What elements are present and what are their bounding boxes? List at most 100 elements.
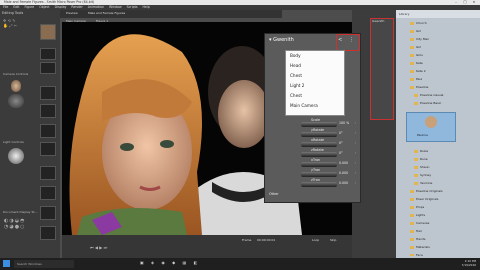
menu-figure[interactable]: Figure xyxy=(25,5,35,9)
library-item[interactable]: Sydney xyxy=(396,172,431,178)
dial-value[interactable]: 0° xyxy=(339,131,343,135)
figure-thumbnail[interactable] xyxy=(40,24,56,40)
other-section[interactable]: Other xyxy=(269,192,279,196)
skip-toggle[interactable]: Skip xyxy=(330,238,336,242)
library-item[interactable]: Materials xyxy=(396,244,430,250)
light-sphere-icon[interactable] xyxy=(8,148,24,164)
pose-slot-1[interactable] xyxy=(40,48,56,60)
chevron-right-icon[interactable]: › xyxy=(355,161,356,165)
menu-item-5[interactable]: Main Camera xyxy=(286,101,344,111)
light-controls-label: Light Controls xyxy=(3,140,24,144)
chevron-right-icon[interactable]: › xyxy=(355,151,356,155)
chevron-right-icon[interactable]: › xyxy=(355,131,356,135)
library-item[interactable]: Poseline Basic xyxy=(396,100,441,106)
dial-wheel[interactable] xyxy=(301,172,337,177)
dial-value[interactable]: 0.000 xyxy=(339,171,348,175)
library-item[interactable]: Paul xyxy=(396,76,422,82)
pose-slot-2[interactable] xyxy=(40,62,56,74)
animation-timeline: ⏮ ◀ ▶ ⏭ Frame 00:00:00:01 Loop Skip xyxy=(62,235,352,258)
dial-value[interactable]: 100 % xyxy=(339,121,349,125)
menu-object[interactable]: Object xyxy=(39,5,49,9)
library-item[interactable]: Church xyxy=(396,20,427,26)
menu-item-1[interactable]: Head xyxy=(286,61,344,71)
menu-item-0[interactable]: Body xyxy=(286,51,344,61)
menu-render[interactable]: Render xyxy=(71,5,82,9)
pose-slot-8[interactable] xyxy=(40,186,56,200)
library-item-label: Poseline Casual xyxy=(420,93,444,97)
pose-slot-5[interactable] xyxy=(40,124,56,138)
pose-slot-4[interactable] xyxy=(40,104,56,118)
editing-tools-icons[interactable]: ✥ ⟲ ✎ ✋ ⤢ ✂ xyxy=(3,18,17,28)
camera-control-widget[interactable] xyxy=(6,80,26,116)
pose-slot-9[interactable] xyxy=(40,206,56,220)
library-item[interactable]: Poser Originals xyxy=(396,196,438,202)
library-item[interactable]: Cameras xyxy=(396,220,429,226)
library-item[interactable]: Girl xyxy=(396,28,421,34)
chevron-right-icon[interactable]: › xyxy=(355,121,356,125)
library-item[interactable]: Poseline xyxy=(396,84,428,90)
playback-controls[interactable]: ⏮ ◀ ▶ ⏭ xyxy=(90,245,107,250)
library-item[interactable]: Poseline Casual xyxy=(396,92,443,98)
dial-value[interactable]: 0° xyxy=(339,141,343,145)
library-item[interactable]: Kate 2 xyxy=(396,68,426,74)
library-item[interactable]: Rune xyxy=(396,156,428,162)
dial-row-ztran[interactable]: zTran 0.000 › xyxy=(271,178,357,189)
library-item[interactable]: Props xyxy=(396,204,424,210)
dial-wheel[interactable] xyxy=(301,142,337,147)
library-item[interactable]: Face xyxy=(396,252,423,256)
library-item[interactable]: Girl xyxy=(396,44,421,50)
chevron-right-icon[interactable]: › xyxy=(355,141,356,145)
pose-slot-10[interactable] xyxy=(40,226,56,240)
dial-wheel[interactable] xyxy=(301,122,337,127)
library-item[interactable]: Hair xyxy=(396,228,422,234)
pose-slot-7[interactable] xyxy=(40,166,56,180)
menu-window[interactable]: Window xyxy=(109,5,122,9)
library-item[interactable]: Hands xyxy=(396,236,425,242)
pose-slot-6[interactable] xyxy=(40,142,56,156)
loop-toggle[interactable]: Loop xyxy=(312,238,319,242)
chevron-right-icon[interactable]: › xyxy=(355,181,356,185)
display-style-icons[interactable]: ◐◑◒◓ ◔◕●○ xyxy=(4,218,25,230)
trackball-icon[interactable] xyxy=(8,94,24,108)
dial-value[interactable]: 0.000 xyxy=(339,161,348,165)
menu-scripts[interactable]: Scripts xyxy=(127,5,138,9)
library-item[interactable]: Roxie xyxy=(396,148,428,154)
dial-value[interactable]: 0.000 xyxy=(339,181,348,185)
library-item-label: Girls xyxy=(416,53,423,57)
library-item[interactable]: Poseline Originals xyxy=(396,188,443,194)
folder-icon xyxy=(414,181,418,185)
library-item[interactable]: Shaun xyxy=(396,164,429,170)
pose-slot-3[interactable] xyxy=(40,86,56,100)
chevron-right-icon[interactable]: › xyxy=(355,171,356,175)
library-item[interactable]: Yasmine xyxy=(396,180,432,186)
dial-wheel[interactable] xyxy=(301,132,337,137)
menu-help[interactable]: Help xyxy=(143,5,150,9)
taskbar-search[interactable]: Search Windows xyxy=(14,260,74,268)
frame-counter[interactable]: 00:00:00:01 xyxy=(257,238,275,242)
side-panel-title: Gwenith xyxy=(372,19,385,23)
library-item-label: Lights xyxy=(416,213,426,217)
menu-display[interactable]: Display xyxy=(55,5,67,9)
dial-wheel[interactable] xyxy=(301,182,337,187)
dial-value[interactable]: 0° xyxy=(339,151,343,155)
taskbar-app-icons[interactable]: ▣ ◈ ◉ ◆ ▦ ◧ xyxy=(140,260,200,265)
move-icon[interactable]: ✋ ⤢ ✂ xyxy=(3,23,17,28)
library-item[interactable]: Lights xyxy=(396,212,425,218)
windows-start-icon[interactable] xyxy=(3,260,10,267)
viewport-tab-document[interactable]: Male and Female Figures xyxy=(88,11,125,15)
dial-wheel[interactable] xyxy=(301,162,337,167)
menu-file[interactable]: File xyxy=(3,5,8,9)
dial-wheel[interactable] xyxy=(301,152,337,157)
menu-animation[interactable]: Animation xyxy=(88,5,104,9)
menu-edit[interactable]: Edit xyxy=(13,5,19,9)
library-selected-thumbnail[interactable]: Paulina xyxy=(406,112,456,142)
library-item[interactable]: City Man xyxy=(396,36,429,42)
menu-item-3[interactable]: Light 2 xyxy=(286,81,344,91)
library-item[interactable]: Girls xyxy=(396,52,423,58)
library-item[interactable]: Kate xyxy=(396,60,423,66)
viewport-tab-preview[interactable]: Preview xyxy=(66,11,78,15)
popup-header[interactable]: ▾ Gwenith xyxy=(269,37,294,43)
menu-item-2[interactable]: Chest xyxy=(286,71,344,81)
menu-item-4[interactable]: Chest xyxy=(286,91,344,101)
head-icon[interactable] xyxy=(11,80,21,92)
